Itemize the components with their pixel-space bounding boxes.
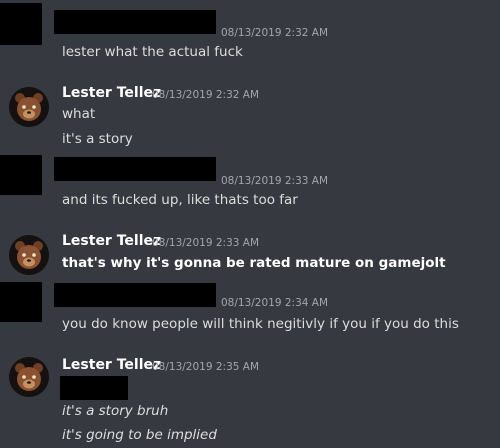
username[interactable]: Lester Tellez (62, 357, 161, 373)
message-text: that's why it's gonna be rated mature on… (62, 255, 446, 271)
message-timestamp: 08/13/2019 2:33 AM (152, 237, 260, 249)
message-text: what (62, 106, 96, 122)
message-text: it's a story (62, 131, 133, 147)
redacted-avatar (0, 282, 42, 322)
message-text: you do know people will think negitivly … (62, 316, 459, 332)
bear-avatar-icon[interactable] (9, 357, 49, 397)
redacted-avatar (0, 155, 42, 195)
bear-avatar-icon[interactable] (9, 87, 49, 127)
message-timestamp: 08/13/2019 2:34 AM (221, 297, 329, 309)
redacted-username (54, 283, 216, 307)
message-text: and its fucked up, like thats too far (62, 192, 298, 208)
message-timestamp: 08/13/2019 2:32 AM (152, 89, 260, 101)
message-text: lester what the actual fuck (62, 44, 243, 60)
message-timestamp: 08/13/2019 2:32 AM (221, 27, 329, 39)
username[interactable]: Lester Tellez (62, 233, 161, 249)
message-text: it's a story bruh (62, 403, 169, 419)
username[interactable]: Lester Tellez (62, 85, 161, 101)
redacted-username (54, 157, 216, 181)
message-text: it's going to be implied (62, 427, 217, 443)
redacted-username (54, 10, 216, 34)
message-timestamp: 08/13/2019 2:35 AM (152, 361, 260, 373)
message-timestamp: 08/13/2019 2:33 AM (221, 175, 329, 187)
redacted-avatar (0, 3, 42, 45)
bear-avatar-icon[interactable] (9, 235, 49, 275)
redacted-content (60, 376, 128, 400)
